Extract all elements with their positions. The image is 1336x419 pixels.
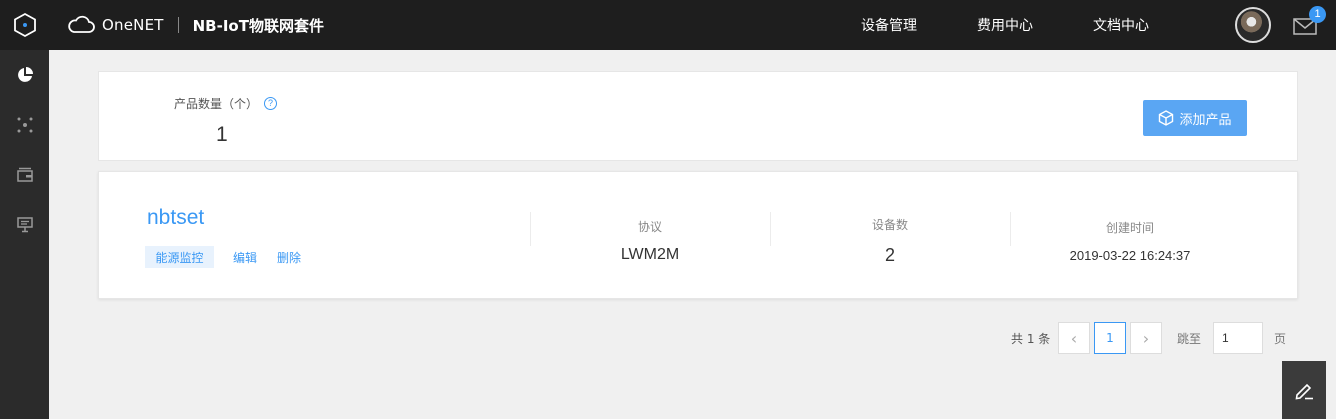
sidebar-item-terminal[interactable] [0, 200, 49, 250]
goto-page-input[interactable] [1213, 322, 1263, 354]
product-count-value: 1 [216, 123, 228, 146]
cloud-logo-icon [68, 15, 95, 33]
edit-link[interactable]: 编辑 [233, 249, 257, 266]
product-name-link[interactable]: nbtset [147, 206, 204, 230]
sidebar-item-overview[interactable] [0, 50, 49, 100]
sidebar-item-wallet[interactable] [0, 150, 49, 200]
protocol-value: LWM2M [620, 246, 680, 263]
pen-icon [1295, 383, 1313, 400]
suite-title: NB-IoT物联网套件 [192, 16, 324, 35]
feedback-button[interactable] [1282, 361, 1326, 419]
home-hexagon-icon[interactable] [0, 0, 49, 50]
cube-icon [1159, 110, 1174, 126]
nav-billing-center[interactable]: 费用中心 [977, 0, 1033, 50]
brand[interactable]: OneNET NB-IoT物联网套件 [66, 0, 324, 50]
product-count-label: 产品数量（个） [174, 97, 259, 111]
notification-badge: 1 [1309, 6, 1326, 23]
pie-chart-icon [17, 67, 33, 82]
monitor-icon [16, 217, 33, 233]
sidebar [0, 50, 49, 419]
wallet-icon [16, 167, 33, 182]
next-page-button[interactable]: › [1130, 322, 1162, 354]
prev-page-button[interactable]: ‹ [1058, 322, 1090, 354]
pagination-total: 共 1 条 [1011, 332, 1051, 346]
nav-docs-center[interactable]: 文档中心 [1093, 0, 1149, 50]
nav-device-management[interactable]: 设备管理 [861, 0, 917, 50]
delete-link[interactable]: 删除 [277, 249, 301, 266]
page-suffix-label: 页 [1274, 332, 1287, 346]
sidebar-item-devices[interactable] [0, 100, 49, 150]
product-category-tag: 能源监控 [145, 246, 214, 268]
device-count-value: 2 [884, 245, 895, 265]
protocol-label: 协议 [637, 220, 662, 234]
top-bar: OneNET NB-IoT物联网套件 设备管理 费用中心 文档中心 1 [0, 0, 1336, 50]
created-time-label: 创建时间 [1105, 221, 1154, 235]
product-count-label-row: 产品数量（个） ? [174, 95, 278, 112]
add-product-label: 添加产品 [1179, 112, 1232, 128]
avatar[interactable] [1235, 7, 1271, 43]
brand-divider [177, 17, 179, 33]
dots-network-icon [17, 117, 32, 133]
help-icon[interactable]: ? [264, 97, 278, 110]
product-summary-card: 产品数量（个） ? 1 添加产品 [98, 71, 1298, 161]
add-product-button[interactable]: 添加产品 [1143, 100, 1247, 136]
created-time-value: 2019-03-22 16:24:37 [1069, 248, 1191, 263]
product-card: nbtset 能源监控 编辑 删除 协议 LWM2M 设备数 2 创建时间 20… [98, 171, 1298, 299]
page-1-button[interactable]: 1 [1094, 322, 1126, 354]
brand-name: OneNET [102, 16, 164, 34]
goto-label: 跳至 [1177, 332, 1202, 346]
device-count-label: 设备数 [871, 218, 908, 232]
